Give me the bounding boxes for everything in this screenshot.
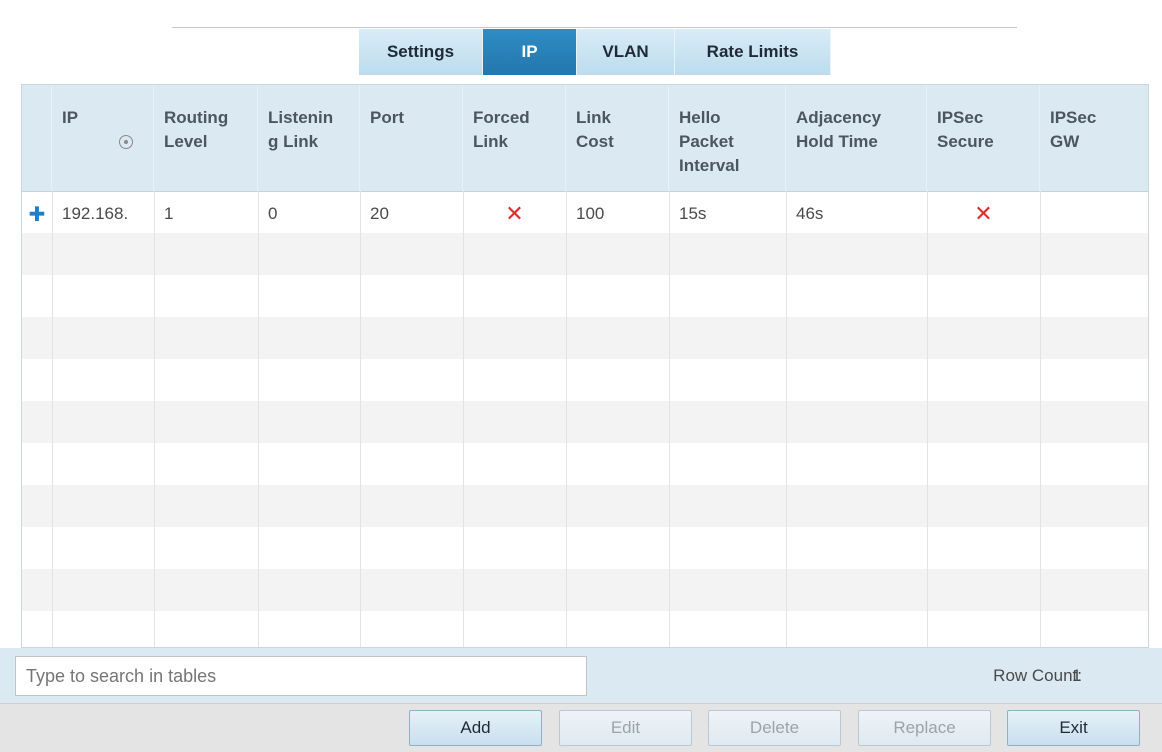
column-divider xyxy=(463,191,464,647)
column-divider xyxy=(52,191,53,647)
column-divider xyxy=(669,191,670,647)
empty-row-stripe xyxy=(22,233,1148,275)
top-divider xyxy=(172,27,1017,28)
column-divider xyxy=(1040,191,1041,647)
column-header-port[interactable]: Port xyxy=(360,85,463,191)
column-divider xyxy=(927,191,928,647)
column-label: IP xyxy=(62,108,79,127)
empty-row-stripe xyxy=(22,317,1148,359)
cell-hello-packet-interval: 15s xyxy=(679,204,707,223)
cell-listening-link: 0 xyxy=(268,204,278,223)
search-input[interactable] xyxy=(15,656,587,696)
empty-row-stripe xyxy=(22,569,1148,611)
cell-ipsec-secure: ✕ xyxy=(927,191,1040,237)
select-column-header xyxy=(22,85,52,191)
column-divider xyxy=(786,191,787,647)
cell-adjacency-hold-time: 46s xyxy=(796,204,824,223)
delete-button[interactable]: Delete xyxy=(708,710,841,746)
x-mark-icon: ✕ xyxy=(974,201,993,226)
column-divider xyxy=(360,191,361,647)
column-header-routing-level[interactable]: Routing Level xyxy=(154,85,258,191)
tab-rate-limits[interactable]: Rate Limits xyxy=(675,29,831,75)
column-label: Link Cost xyxy=(576,108,614,151)
column-label: Hello Packet Interval xyxy=(679,108,740,175)
column-label: Routing Level xyxy=(164,108,229,151)
tab-vlan[interactable]: VLAN xyxy=(577,29,675,75)
row-count-value: 1 xyxy=(1072,666,1082,685)
column-header-adjacency-hold-time[interactable]: Adjacency Hold Time xyxy=(786,85,927,191)
exit-button[interactable]: Exit xyxy=(1007,710,1140,746)
cell-forced-link: ✕ xyxy=(463,191,566,237)
edit-button[interactable]: Edit xyxy=(559,710,692,746)
column-label: Listenin g Link xyxy=(268,108,334,151)
column-label: Adjacency Hold Time xyxy=(796,108,882,151)
column-divider xyxy=(258,191,259,647)
tab-ip[interactable]: IP xyxy=(483,29,577,75)
column-header-ipsec-gw[interactable]: IPSec GW xyxy=(1040,85,1148,191)
sort-icon[interactable] xyxy=(119,135,133,149)
column-label: IPSec GW xyxy=(1050,108,1097,151)
cell-routing-level: 1 xyxy=(164,204,174,223)
column-header-listening-link[interactable]: Listenin g Link xyxy=(258,85,360,191)
cell-ipsec-gw xyxy=(1040,191,1148,237)
column-label: IPSec Secure xyxy=(937,108,994,151)
table-header: IP Routing Level Listenin g Link Port Fo… xyxy=(22,85,1148,192)
column-label: Forced Link xyxy=(473,108,530,151)
tab-bar: Settings IP VLAN Rate Limits xyxy=(359,29,831,75)
column-header-forced-link[interactable]: Forced Link xyxy=(463,85,566,191)
add-row-icon[interactable]: ✚ xyxy=(22,191,52,237)
row-count-label: Row Count: xyxy=(993,666,1082,685)
tab-settings[interactable]: Settings xyxy=(359,29,483,75)
column-header-ip[interactable]: IP xyxy=(52,85,154,191)
cell-link-cost: 100 xyxy=(576,204,605,223)
ip-table: IP Routing Level Listenin g Link Port Fo… xyxy=(21,84,1149,648)
cell-ip: 192.168. xyxy=(62,204,129,223)
column-header-ipsec-secure[interactable]: IPSec Secure xyxy=(927,85,1040,191)
column-divider xyxy=(566,191,567,647)
column-header-hello-packet-interval[interactable]: Hello Packet Interval xyxy=(669,85,786,191)
add-button[interactable]: Add xyxy=(409,710,542,746)
replace-button[interactable]: Replace xyxy=(858,710,991,746)
cell-port: 20 xyxy=(370,204,389,223)
empty-row-stripe xyxy=(22,485,1148,527)
x-mark-icon: ✕ xyxy=(505,201,524,226)
column-label: Port xyxy=(370,108,404,127)
column-header-link-cost[interactable]: Link Cost xyxy=(566,85,669,191)
empty-row-stripe xyxy=(22,401,1148,443)
column-divider xyxy=(154,191,155,647)
